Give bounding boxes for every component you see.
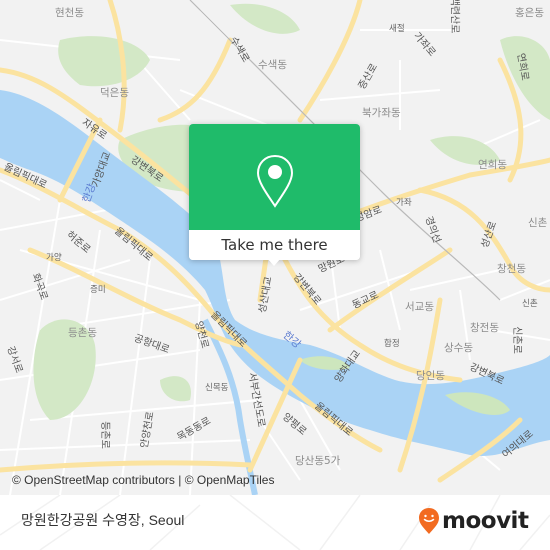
district-label: 창천동: [497, 263, 526, 275]
map-attribution[interactable]: © OpenStreetMap contributors | © OpenMap…: [12, 473, 274, 487]
district-label: 상수동: [444, 342, 473, 354]
road-label: 신촌로: [510, 326, 522, 354]
place-label: 합정: [384, 339, 400, 349]
district-label: 북가좌동: [362, 107, 401, 119]
place-label: 증미: [90, 285, 106, 295]
moovit-pin-icon: [419, 508, 439, 534]
district-label: 서교동: [405, 301, 434, 313]
moovit-logo[interactable]: moovit: [418, 507, 529, 535]
district-label: 신촌: [528, 217, 548, 229]
district-label: 덕은동: [100, 87, 129, 99]
road-label: 등촌로: [98, 421, 110, 449]
map-view[interactable]: 현천동 덕은동 수색동 새절 가좌로 백련산로 홍은동 연희로 북가좌동 증산로…: [0, 0, 550, 495]
district-label: 연희동: [478, 159, 507, 171]
location-title: 망원한강공원 수영장, Seoul: [21, 512, 185, 528]
footer-bar: 망원한강공원 수영장, Seoul moovit: [0, 495, 550, 550]
district-label: 등촌동: [68, 327, 97, 339]
take-me-there-button[interactable]: Take me there: [189, 230, 360, 260]
district-label: 당산동5가: [295, 455, 341, 467]
district-label: 현천동: [55, 7, 84, 19]
district-label: 창전동: [470, 322, 499, 334]
place-label: 신목동: [205, 383, 229, 393]
place-label: 새절: [389, 24, 405, 34]
location-popup: Take me there: [189, 124, 360, 266]
district-label: 홍은동: [515, 7, 544, 19]
place-label: 가좌: [396, 198, 412, 208]
district-label: 수색동: [258, 59, 287, 71]
district-label: 당인동: [416, 370, 445, 382]
place-label: 신촌: [522, 299, 538, 309]
popup-header: [189, 124, 360, 230]
moovit-wordmark: moovit: [442, 508, 529, 534]
road-label: 백련산로: [448, 0, 460, 34]
popup-pointer: [267, 258, 281, 266]
location-pin-icon: [256, 154, 294, 208]
place-label: 가양: [46, 253, 62, 263]
